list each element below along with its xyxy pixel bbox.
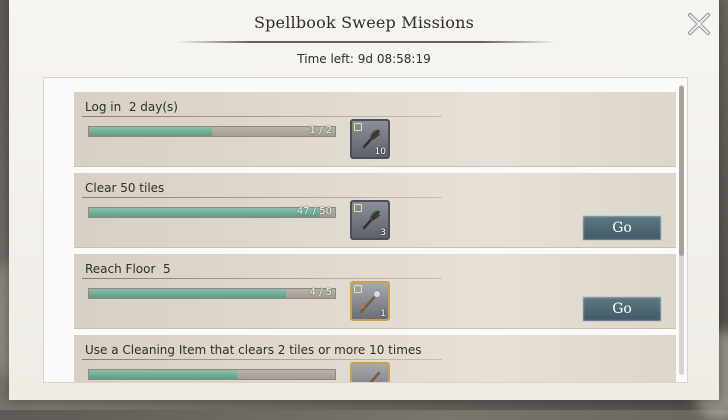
go-button[interactable]: Go [582, 296, 662, 322]
progress-bar: 47 / 50 [88, 206, 336, 218]
mission-divider [82, 278, 442, 279]
reward-slot[interactable]: 3 [350, 200, 390, 240]
progress-fill [89, 370, 237, 379]
reward-slot[interactable]: 1 [350, 281, 390, 321]
reward-count: 1 [380, 309, 386, 319]
progress-fill [89, 208, 321, 217]
mission-label: Reach Floor 5 [85, 262, 171, 276]
mission-row: Log in 2 day(s) 1 / 2 10 [74, 92, 676, 167]
mission-divider [82, 116, 442, 117]
mission-row: Clear 50 tiles 47 / 50 3 Go [74, 173, 676, 248]
dialog-title: Spellbook Sweep Missions [253, 13, 475, 32]
progress-bar: 4 / 5 [88, 287, 336, 299]
reward-slot[interactable] [350, 362, 390, 382]
progress-text: 47 / 50 [296, 206, 332, 217]
mission-label: Log in 2 day(s) [85, 100, 178, 114]
progress-text: 4 / 5 [309, 287, 332, 298]
scrollbar-thumb[interactable] [679, 86, 684, 256]
mission-divider [82, 197, 442, 198]
reward-count: 10 [374, 147, 386, 157]
go-button[interactable]: Go [582, 215, 662, 241]
reward-count: 3 [380, 228, 386, 238]
close-button[interactable] [686, 11, 712, 37]
missions-dialog: Spellbook Sweep Missions Time left: 9d 0… [9, 0, 719, 400]
mission-label: Use a Cleaning Item that clears 2 tiles … [85, 343, 422, 357]
progress-fill [89, 289, 286, 298]
progress-fill [89, 127, 212, 136]
progress-bar: 1 / 2 [88, 125, 336, 137]
title-divider [176, 41, 556, 43]
progress-text: 1 / 2 [309, 125, 332, 136]
mission-row: Reach Floor 5 4 / 5 1 Go [74, 254, 676, 329]
mission-divider [82, 359, 442, 360]
progress-bar [88, 369, 336, 380]
close-icon [688, 13, 710, 35]
time-left-label: Time left: 9d 08:58:19 [297, 52, 431, 66]
staff-icon [369, 371, 381, 382]
reward-slot[interactable]: 10 [350, 119, 390, 159]
mission-list[interactable]: Log in 2 day(s) 1 / 2 10 Clear 50 tiles [43, 77, 688, 383]
mission-row: Use a Cleaning Item that clears 2 tiles … [74, 335, 676, 382]
mission-label: Clear 50 tiles [85, 181, 165, 195]
